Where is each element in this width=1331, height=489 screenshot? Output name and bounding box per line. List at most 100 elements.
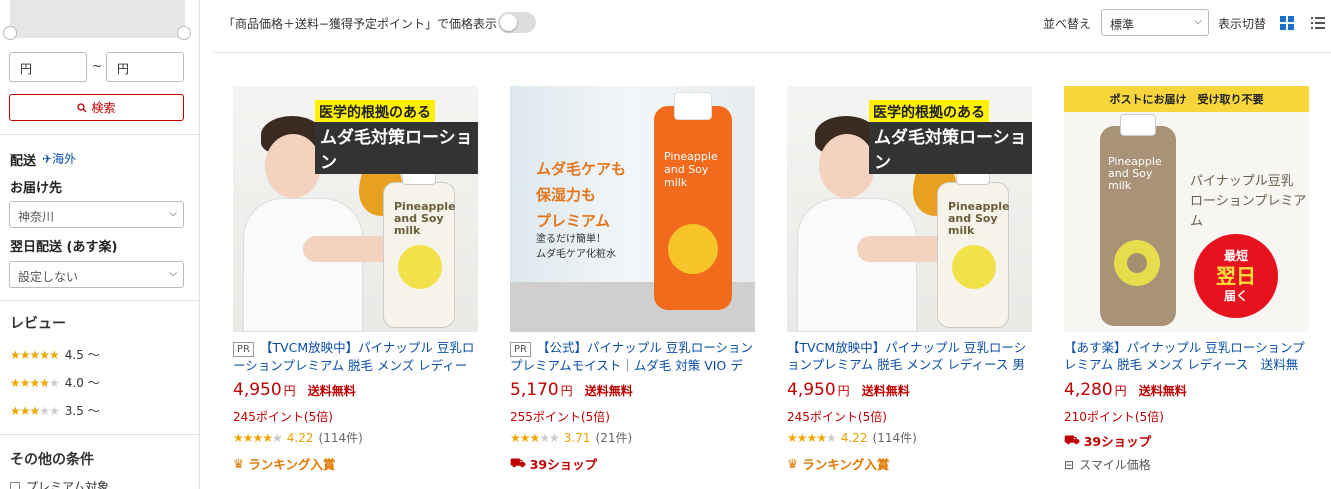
crown-icon: ♛: [233, 456, 245, 471]
premium-checkbox[interactable]: [10, 481, 20, 489]
toggle-knob: [500, 14, 517, 31]
price-slider-min-handle[interactable]: [3, 26, 17, 40]
filter-sidebar: 円 ~ 円 検索 配送 ✈海外 お届け先 神奈川 ⌵ 翌日配送 (あす楽) 設定…: [0, 0, 200, 489]
truck-icon: ⛟: [1064, 432, 1080, 447]
image-banner-main: ムダ毛対策ローション: [315, 122, 478, 174]
next-day-label: 翌日配送 (あす楽): [10, 240, 118, 255]
sort-label: 並べ替え: [1043, 17, 1092, 31]
bottle-label: Pineapple and Soy milk: [664, 150, 718, 189]
bottle-label: Pineapple and Soy milk: [1108, 155, 1162, 192]
chevron-down-icon: ⌵: [169, 208, 177, 219]
divider: [0, 134, 200, 135]
product-rating[interactable]: ★★★★★ 3.71 (21件): [510, 429, 755, 446]
rating-score: 3.71: [563, 430, 591, 445]
truck-icon: ⛟: [510, 455, 526, 470]
review-count: (114件): [318, 431, 363, 445]
price-slider-track[interactable]: [10, 0, 185, 38]
price-slider-max-handle[interactable]: [177, 26, 191, 40]
product-title-link[interactable]: PR 【公式】パイナップル 豆乳ローションプレミアムモイスト｜ムダ毛 対策 VIO…: [510, 339, 755, 373]
review-filter-label: 4.0 ～: [64, 376, 100, 390]
shop39-badge: ⛟ 39ショップ: [510, 455, 598, 472]
pr-badge: PR: [233, 342, 254, 357]
next-day-value: 設定しない: [18, 270, 79, 284]
grid-view-icon[interactable]: [1280, 16, 1294, 30]
price-display-toggle[interactable]: [498, 12, 536, 33]
price-min-placeholder: 円: [20, 62, 33, 76]
rating-stars: ★★★★★: [10, 375, 60, 390]
image-banner: 医学的根拠のある: [315, 100, 435, 124]
price-min-input[interactable]: 円: [9, 52, 87, 82]
product-rating[interactable]: ★★★★★ 4.22 (114件): [233, 429, 478, 446]
sort-value: 標準: [1110, 18, 1135, 32]
price-display-toggle-label: 「商品価格＋送料−獲得予定ポイント」で価格表示: [223, 17, 498, 31]
product-image[interactable]: ポストにお届け 受け取り不要 Pineapple and Soy milk パイ…: [1064, 86, 1309, 332]
review-filter-option[interactable]: ★★★★★ 3.5 ～: [10, 402, 100, 419]
free-shipping-label: 送料無料: [307, 384, 356, 398]
rating-stars: ★★★★★: [10, 403, 60, 418]
overseas-label: 海外: [52, 152, 77, 166]
review-count: (114件): [872, 431, 917, 445]
image-banner: 医学的根拠のある: [869, 100, 989, 124]
product-card[interactable]: ポストにお届け 受け取り不要 Pineapple and Soy milk パイ…: [1064, 86, 1309, 473]
list-view-icon[interactable]: [1311, 16, 1325, 30]
product-image[interactable]: Pineapple and Soy milk 医学的根拠のある ムダ毛対策ローシ…: [787, 86, 1032, 332]
product-rating[interactable]: ★★★★★ 4.22 (114件): [787, 429, 1032, 446]
shop39-badge: ⛟ 39ショップ: [1064, 432, 1152, 449]
review-filter-option[interactable]: ★★★★★ 4.0 ～: [10, 374, 100, 391]
free-shipping-label: 送料無料: [1138, 384, 1187, 398]
delivery-label: 配送: [10, 154, 37, 169]
next-day-select[interactable]: 設定しない ⌵: [9, 261, 184, 288]
rating-stars: ★★★★★: [10, 347, 60, 362]
product-card[interactable]: Pineapple and Soy milk 医学的根拠のある ムダ毛対策ローシ…: [787, 86, 1032, 473]
image-copy: ムダ毛ケアも 保湿力も プレミアム: [536, 160, 627, 230]
ranking-badge: ♛ ランキング入賞: [233, 456, 336, 472]
review-count: (21件): [595, 431, 633, 445]
rating-score: 4.22: [286, 430, 314, 445]
image-banner-main: ムダ毛対策ローション: [869, 122, 1032, 174]
product-title-link[interactable]: PR 【TVCM放映中】パイナップル 豆乳ローションプレミアム 脱毛 メンズ レデ…: [233, 339, 478, 373]
product-title: 【TVCM放映中】パイナップル 豆乳ローションプレミアム 脱毛 メンズ レディー…: [787, 340, 1027, 372]
tag-icon: ⊟: [1064, 457, 1075, 472]
divider: [0, 434, 200, 435]
overseas-link[interactable]: ✈海外: [42, 150, 76, 167]
next-day-burst: 最短 翌日 届く: [1194, 234, 1278, 318]
product-title-link[interactable]: 【TVCM放映中】パイナップル 豆乳ローションプレミアム 脱毛 メンズ レディー…: [787, 339, 1032, 373]
view-toggle-label: 表示切替: [1218, 17, 1267, 31]
bottle-label: Pineapple and Soy milk: [394, 200, 456, 237]
topbar-divider: [213, 52, 1331, 53]
sort-select[interactable]: 標準 ⌵: [1101, 9, 1209, 36]
price-max-input[interactable]: 円: [106, 52, 184, 82]
chevron-down-icon: ⌵: [1194, 16, 1202, 27]
price-max-placeholder: 円: [117, 62, 130, 76]
rating-score: 4.22: [840, 430, 868, 445]
product-title: 【TVCM放映中】パイナップル 豆乳ローションプレミアム 脱毛 メンズ レディー…: [233, 340, 475, 373]
destination-label: お届け先: [10, 181, 63, 196]
review-filter-title: レビュー: [10, 316, 66, 332]
free-shipping-label: 送料無料: [584, 384, 633, 398]
points-label: 245ポイント(5倍): [787, 410, 887, 424]
destination-select[interactable]: 神奈川 ⌵: [9, 201, 184, 228]
premium-label: プレミアム対象: [26, 480, 110, 489]
product-card[interactable]: Pineapple and Soy milk 医学的根拠のある ムダ毛対策ローシ…: [233, 86, 478, 473]
review-filter-label: 3.5 ～: [64, 404, 100, 418]
divider: [0, 300, 200, 301]
ranking-badge: ♛ ランキング入賞: [787, 456, 890, 472]
product-card[interactable]: Pineapple and Soy milk ムダ毛ケアも 保湿力も プレミアム 塗…: [510, 86, 755, 473]
search-button-label: 検索: [91, 101, 116, 115]
points-label: 245ポイント(5倍): [233, 410, 333, 424]
free-shipping-label: 送料無料: [861, 384, 910, 398]
rating-stars: ★★★★★: [233, 430, 283, 445]
product-image[interactable]: Pineapple and Soy milk 医学的根拠のある ムダ毛対策ローシ…: [233, 86, 478, 332]
product-price: 4,950 円: [233, 380, 296, 400]
review-filter-label: 4.5 ～: [64, 348, 100, 362]
premium-filter-option[interactable]: プレミアム対象: [10, 478, 109, 489]
price-search-button[interactable]: 検索: [9, 94, 184, 121]
product-title-link[interactable]: 【あす楽】パイナップル 豆乳ローションプレミアム 脱毛 メンズ レディース 送料…: [1064, 339, 1309, 373]
points-label: 255ポイント(5倍): [510, 410, 610, 424]
other-conditions-title: その他の条件: [10, 452, 94, 468]
chevron-down-icon: ⌵: [169, 268, 177, 279]
smile-price-label: ⊟ スマイル価格: [1064, 457, 1151, 473]
product-image[interactable]: Pineapple and Soy milk ムダ毛ケアも 保湿力も プレミアム 塗…: [510, 86, 755, 332]
review-filter-option[interactable]: ★★★★★ 4.5 ～: [10, 346, 100, 363]
points-label: 210ポイント(5倍): [1064, 410, 1164, 424]
